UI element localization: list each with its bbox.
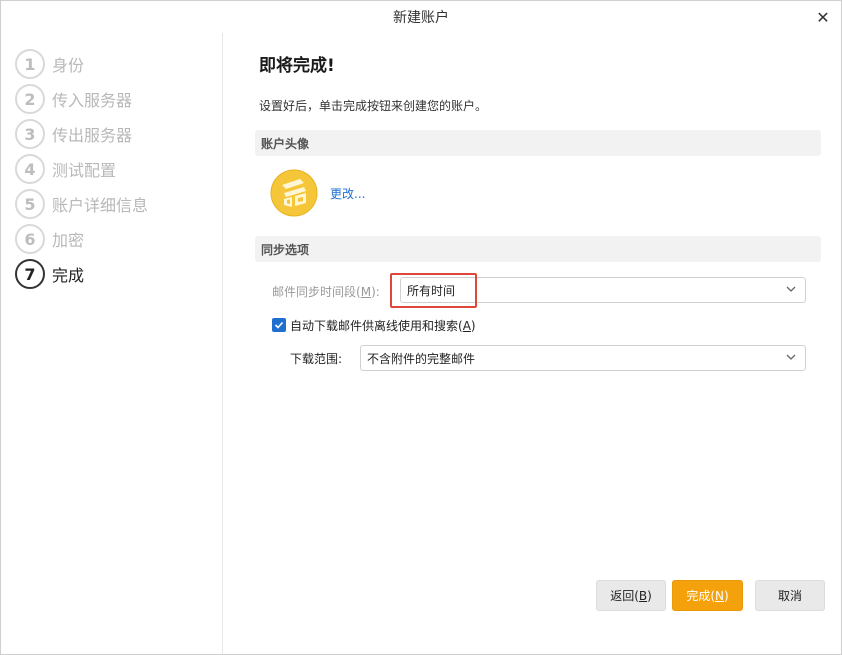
step-finish: 7 完成	[15, 259, 84, 289]
step-number: 1	[15, 49, 45, 79]
sync-period-select[interactable]: 所有时间	[400, 277, 806, 303]
step-number: 3	[15, 119, 45, 149]
step-encryption: 6 加密	[15, 224, 84, 254]
sync-period-value: 所有时间	[407, 283, 456, 298]
step-test-config: 4 测试配置	[15, 154, 116, 184]
download-range-label: 下载范围:	[290, 352, 343, 366]
step-label: 账户详细信息	[52, 196, 149, 215]
checkmark-icon	[274, 321, 284, 329]
back-button[interactable]: 返回(B)	[596, 580, 666, 611]
main-content: 即将完成! 设置好后，单击完成按钮来创建您的账户。 账户头像 更改... 同步选…	[223, 33, 841, 654]
avatar-icon	[270, 169, 318, 217]
step-number: 4	[15, 154, 45, 184]
auto-download-checkbox[interactable]	[272, 318, 286, 332]
new-account-dialog: 新建账户 ✕ 1 身份 2 传入服务器 3 传出服务器 4 测试配置 5 账户详…	[0, 0, 842, 655]
step-incoming-server: 2 传入服务器	[15, 84, 132, 114]
change-avatar-link[interactable]: 更改...	[330, 185, 365, 202]
step-number: 7	[15, 259, 45, 289]
step-label: 传出服务器	[52, 126, 133, 145]
sync-section-header: 同步选项	[255, 236, 821, 262]
page-title: 即将完成!	[259, 56, 335, 76]
chevron-down-icon	[786, 286, 796, 292]
step-number: 5	[15, 189, 45, 219]
steps-sidebar: 1 身份 2 传入服务器 3 传出服务器 4 测试配置 5 账户详细信息 6 加…	[1, 33, 223, 654]
step-number: 6	[15, 224, 45, 254]
step-identity: 1 身份	[15, 49, 84, 79]
section-title: 账户头像	[261, 136, 310, 151]
chevron-down-icon	[786, 354, 796, 360]
avatar-section-header: 账户头像	[255, 130, 821, 156]
step-number: 2	[15, 84, 45, 114]
step-label: 加密	[52, 231, 85, 250]
step-label: 完成	[52, 266, 85, 285]
sync-period-label: 邮件同步时间段(M):	[272, 285, 380, 299]
finish-button[interactable]: 完成(N)	[672, 580, 743, 611]
step-outgoing-server: 3 传出服务器	[15, 119, 132, 149]
section-title: 同步选项	[261, 242, 310, 257]
account-avatar	[270, 169, 318, 217]
step-label: 身份	[52, 56, 85, 75]
download-range-value: 不含附件的完整邮件	[367, 351, 476, 366]
step-label: 传入服务器	[52, 91, 133, 110]
auto-download-label[interactable]: 自动下载邮件供离线使用和搜索(A)	[290, 317, 476, 334]
step-label: 测试配置	[52, 161, 117, 180]
page-description: 设置好后，单击完成按钮来创建您的账户。	[259, 99, 488, 113]
close-icon[interactable]: ✕	[813, 7, 833, 27]
step-account-details: 5 账户详细信息	[15, 189, 148, 219]
title-bar: 新建账户 ✕	[1, 1, 841, 33]
cancel-button[interactable]: 取消	[755, 580, 825, 611]
download-range-select[interactable]: 不含附件的完整邮件	[360, 345, 806, 371]
window-title: 新建账户	[393, 10, 449, 26]
